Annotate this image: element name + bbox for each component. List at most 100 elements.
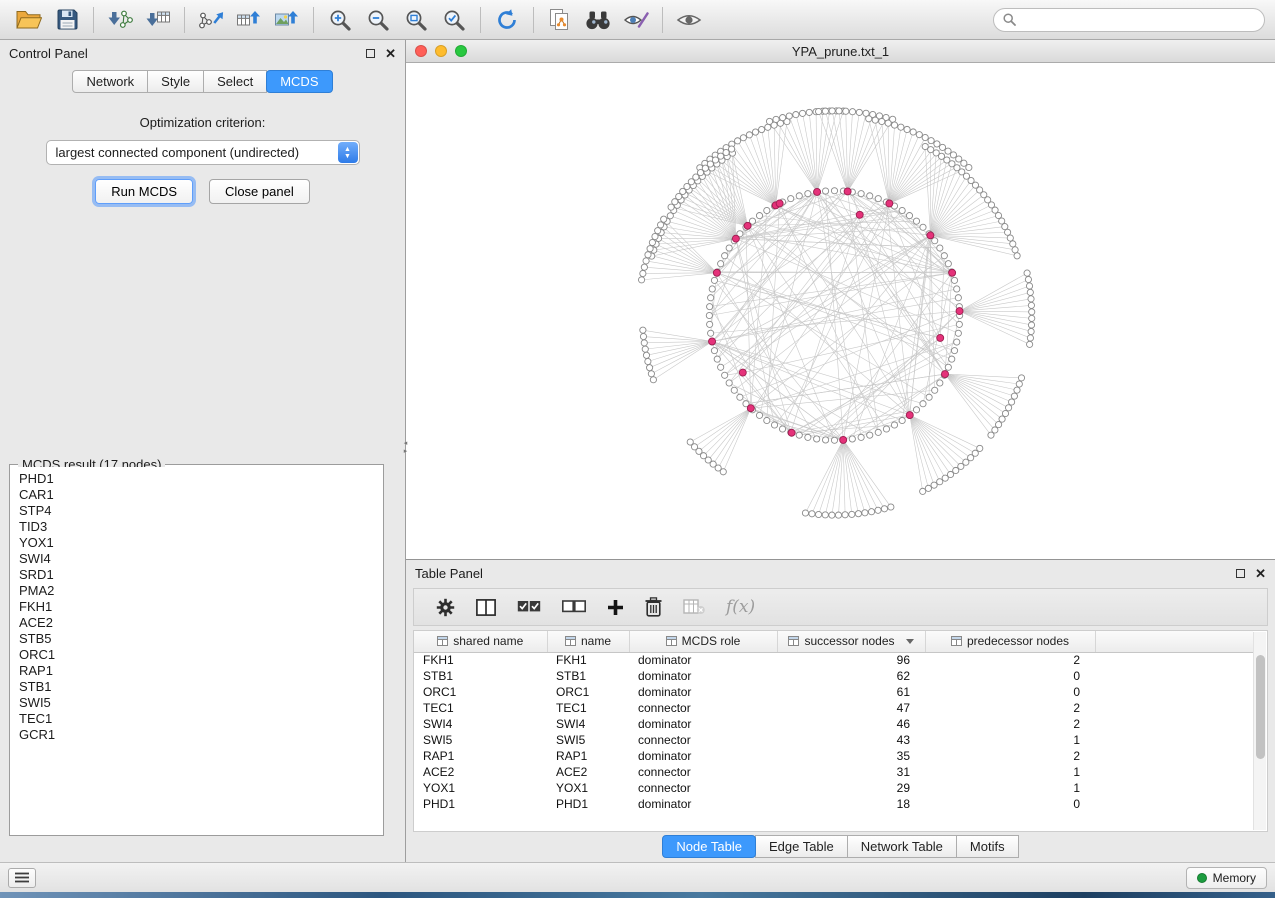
memory-button[interactable]: Memory — [1186, 867, 1267, 889]
result-node-item[interactable]: PMA2 — [19, 583, 374, 599]
table-settings-button[interactable] — [436, 598, 455, 617]
node-table-body: FKH1FKH1dominator962STB1STB1dominator620… — [414, 652, 1253, 812]
save-session-button[interactable] — [48, 4, 86, 36]
table-row[interactable]: RAP1RAP1dominator352 — [414, 748, 1253, 764]
table-cell: STB1 — [547, 668, 629, 684]
table-row[interactable]: FKH1FKH1dominator962 — [414, 652, 1253, 668]
zoom-in-button[interactable] — [321, 4, 359, 36]
trash-icon — [645, 597, 662, 617]
tab-mcds[interactable]: MCDS — [266, 70, 332, 93]
table-cell: RAP1 — [547, 748, 629, 764]
close-panel-icon[interactable]: ✕ — [1255, 569, 1266, 578]
apply-style-button[interactable] — [617, 4, 655, 36]
tab-node-table[interactable]: Node Table — [662, 835, 756, 858]
zoom-in-icon — [328, 8, 352, 32]
tab-network-table[interactable]: Network Table — [847, 835, 957, 858]
table-row[interactable]: SWI4SWI4dominator462 — [414, 716, 1253, 732]
table-row[interactable]: STB1STB1dominator620 — [414, 668, 1253, 684]
result-node-item[interactable]: TID3 — [19, 519, 374, 535]
minimize-window-icon[interactable] — [435, 45, 447, 57]
table-cell: 0 — [925, 796, 1095, 812]
float-panel-icon[interactable] — [1236, 569, 1245, 578]
table-cell-filler — [1095, 732, 1253, 748]
status-menu-button[interactable] — [8, 868, 36, 888]
table-row[interactable]: ACE2ACE2connector311 — [414, 764, 1253, 780]
tab-motifs[interactable]: Motifs — [956, 835, 1019, 858]
result-node-item[interactable]: TEC1 — [19, 711, 374, 727]
table-panel-title: Table Panel — [415, 566, 483, 581]
close-panel-button[interactable]: Close panel — [209, 179, 310, 204]
result-node-item[interactable]: STP4 — [19, 503, 374, 519]
optimization-criterion-select[interactable]: largest connected component (undirected)… — [46, 140, 360, 165]
deselect-all-button[interactable] — [562, 600, 586, 614]
open-folder-icon — [16, 9, 42, 31]
column-header-successor-nodes[interactable]: successor nodes — [777, 631, 925, 652]
table-cell: SWI4 — [414, 716, 547, 732]
delete-column-button[interactable] — [645, 597, 662, 617]
refresh-layout-button[interactable] — [488, 4, 526, 36]
table-cell: TEC1 — [414, 700, 547, 716]
show-graphics-details-button[interactable] — [670, 4, 708, 36]
export-network-button[interactable] — [192, 4, 230, 36]
table-cell: 46 — [777, 716, 925, 732]
table-row[interactable]: PHD1PHD1dominator180 — [414, 796, 1253, 812]
result-node-item[interactable]: CAR1 — [19, 487, 374, 503]
column-header-MCDS-role[interactable]: MCDS role — [629, 631, 777, 652]
result-node-item[interactable]: ACE2 — [19, 615, 374, 631]
import-network-button[interactable] — [101, 4, 139, 36]
tab-network[interactable]: Network — [72, 70, 148, 93]
main-toolbar — [0, 0, 1275, 40]
tab-style[interactable]: Style — [147, 70, 204, 93]
clone-network-button[interactable] — [541, 4, 579, 36]
float-panel-icon[interactable] — [366, 49, 375, 58]
table-cell: 1 — [925, 764, 1095, 780]
table-cell: dominator — [629, 652, 777, 668]
table-row[interactable]: YOX1YOX1connector291 — [414, 780, 1253, 796]
maximize-window-icon[interactable] — [455, 45, 467, 57]
result-node-item[interactable]: SWI5 — [19, 695, 374, 711]
table-row[interactable]: TEC1TEC1connector472 — [414, 700, 1253, 716]
result-node-item[interactable]: FKH1 — [19, 599, 374, 615]
select-all-button[interactable] — [517, 600, 541, 614]
mcds-result-list: PHD1CAR1STP4TID3YOX1SWI4SRD1PMA2FKH1ACE2… — [12, 467, 381, 833]
table-scrollbar[interactable] — [1253, 632, 1266, 830]
column-header-predecessor-nodes[interactable]: predecessor nodes — [925, 631, 1095, 652]
result-node-item[interactable]: SRD1 — [19, 567, 374, 583]
result-node-item[interactable]: SWI4 — [19, 551, 374, 567]
result-node-item[interactable]: GCR1 — [19, 727, 374, 743]
network-canvas[interactable] — [406, 63, 1275, 559]
tab-edge-table[interactable]: Edge Table — [755, 835, 848, 858]
eye-icon — [676, 11, 702, 29]
vertical-splitter-handle[interactable]: ◂▸ — [401, 440, 410, 456]
result-node-item[interactable]: YOX1 — [19, 535, 374, 551]
show-columns-button[interactable] — [476, 599, 496, 616]
column-header-name[interactable]: name — [547, 631, 629, 652]
result-node-item[interactable]: RAP1 — [19, 663, 374, 679]
close-panel-icon[interactable]: ✕ — [385, 49, 396, 58]
add-column-button[interactable] — [607, 599, 624, 616]
zoom-selected-button[interactable] — [435, 4, 473, 36]
result-node-item[interactable]: STB5 — [19, 631, 374, 647]
zoom-fit-button[interactable] — [397, 4, 435, 36]
tab-select[interactable]: Select — [203, 70, 267, 93]
close-window-icon[interactable] — [415, 45, 427, 57]
table-cell: dominator — [629, 748, 777, 764]
result-node-item[interactable]: PHD1 — [19, 471, 374, 487]
global-search-box[interactable] — [993, 8, 1265, 32]
zoom-selected-icon — [442, 8, 466, 32]
run-mcds-button[interactable]: Run MCDS — [95, 179, 193, 204]
table-row[interactable]: ORC1ORC1dominator610 — [414, 684, 1253, 700]
zoom-out-button[interactable] — [359, 4, 397, 36]
scrollbar-thumb[interactable] — [1256, 655, 1265, 759]
search-input[interactable] — [1022, 13, 1255, 27]
open-file-button[interactable] — [10, 4, 48, 36]
column-header-shared-name[interactable]: shared name — [414, 631, 547, 652]
table-row[interactable]: SWI5SWI5connector431 — [414, 732, 1253, 748]
result-node-item[interactable]: ORC1 — [19, 647, 374, 663]
export-table-button[interactable] — [230, 4, 268, 36]
export-image-button[interactable] — [268, 4, 306, 36]
result-node-item[interactable]: STB1 — [19, 679, 374, 695]
find-button[interactable] — [579, 4, 617, 36]
status-bar: Memory — [0, 862, 1275, 892]
import-table-button[interactable] — [139, 4, 177, 36]
